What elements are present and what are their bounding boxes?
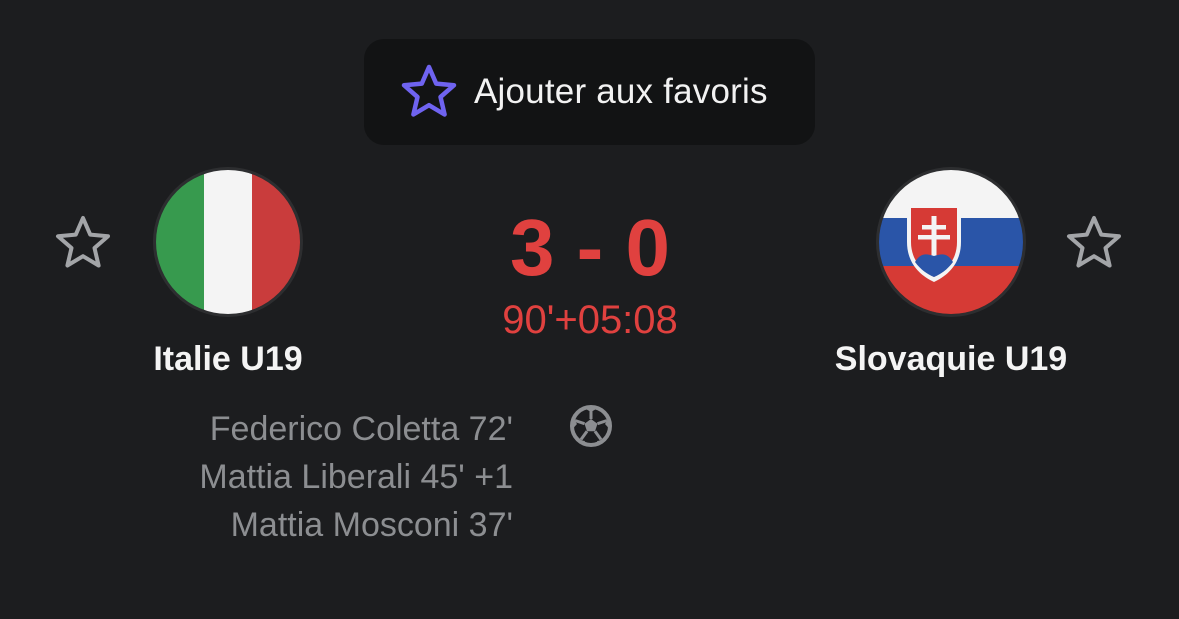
scorer-item: Federico Coletta 72' <box>209 410 513 448</box>
add-to-favorites-label: Ajouter aux favoris <box>474 72 768 111</box>
away-team-favorite-star-icon[interactable] <box>1063 212 1125 274</box>
scorer-item: Mattia Mosconi 37' <box>230 506 513 544</box>
home-team-name[interactable]: Italie U19 <box>128 340 328 379</box>
home-scorers-list: Federico Coletta 72' Mattia Liberali 45'… <box>199 405 513 549</box>
soccer-ball-icon <box>569 404 613 448</box>
match-header: Ajouter aux favoris Italie U19 3 - 0 90'… <box>0 0 1179 619</box>
italy-flag-icon[interactable] <box>156 170 300 314</box>
match-score: 3 - 0 <box>509 203 671 292</box>
star-outline-icon <box>398 61 460 123</box>
home-team-favorite-star-icon[interactable] <box>52 212 114 274</box>
slovakia-flag-icon[interactable] <box>879 170 1023 314</box>
scorer-item: Mattia Liberali 45' +1 <box>199 458 513 496</box>
match-clock: 90'+05:08 <box>502 298 678 342</box>
add-to-favorites-button[interactable]: Ajouter aux favoris <box>364 39 815 145</box>
away-team-name[interactable]: Slovaquie U19 <box>826 340 1076 379</box>
